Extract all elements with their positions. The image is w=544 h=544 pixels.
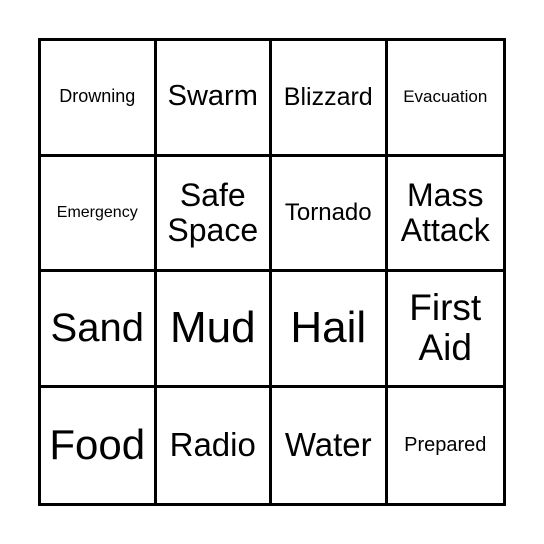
cell-label: Emergency (56, 203, 138, 221)
cell-label: Sand (50, 306, 144, 351)
cell-label: Water (284, 426, 372, 464)
bingo-cell[interactable]: Prepared (388, 388, 504, 504)
cell-label: Mass Attack (400, 176, 490, 248)
bingo-grid: Drowning Swarm Blizzard Evacuation Emerg… (41, 41, 503, 503)
cell-label: Food (49, 421, 146, 469)
bingo-cell[interactable]: Drowning (41, 41, 157, 157)
cell-label: Prepared (404, 434, 487, 457)
bingo-cell[interactable]: Sand (41, 272, 157, 388)
bingo-cell[interactable]: Food (41, 387, 157, 503)
cell-label: Mud (169, 303, 256, 353)
bingo-cell[interactable]: Swarm (156, 41, 272, 157)
bingo-card: Drowning Swarm Blizzard Evacuation Emerg… (38, 38, 506, 506)
cell-label: Safe Space (167, 176, 259, 248)
bingo-cell[interactable]: Radio (157, 387, 272, 503)
cell-label: Evacuation (403, 86, 488, 106)
bingo-cell[interactable]: Blizzard (272, 41, 388, 157)
bingo-cell[interactable]: Safe Space (156, 156, 272, 272)
cell-label: Tornado (284, 198, 372, 226)
cell-label: Swarm (167, 80, 258, 113)
bingo-cell[interactable]: First Aid (387, 272, 503, 388)
bingo-cell[interactable]: Evacuation (387, 41, 503, 157)
bingo-cell[interactable]: Hail (272, 272, 388, 388)
cell-label: Radio (169, 426, 256, 464)
bingo-cell[interactable]: Mud (156, 272, 272, 388)
bingo-cell[interactable]: Emergency (41, 156, 157, 272)
bingo-cell[interactable]: Water (272, 387, 388, 503)
cell-label: Drowning (59, 86, 136, 107)
bingo-cell[interactable]: Mass Attack (387, 157, 503, 272)
cell-label: Blizzard (283, 82, 373, 111)
cell-label: First Aid (409, 286, 482, 369)
bingo-cell[interactable]: Tornado (272, 156, 388, 272)
cell-label: Hail (290, 303, 367, 353)
